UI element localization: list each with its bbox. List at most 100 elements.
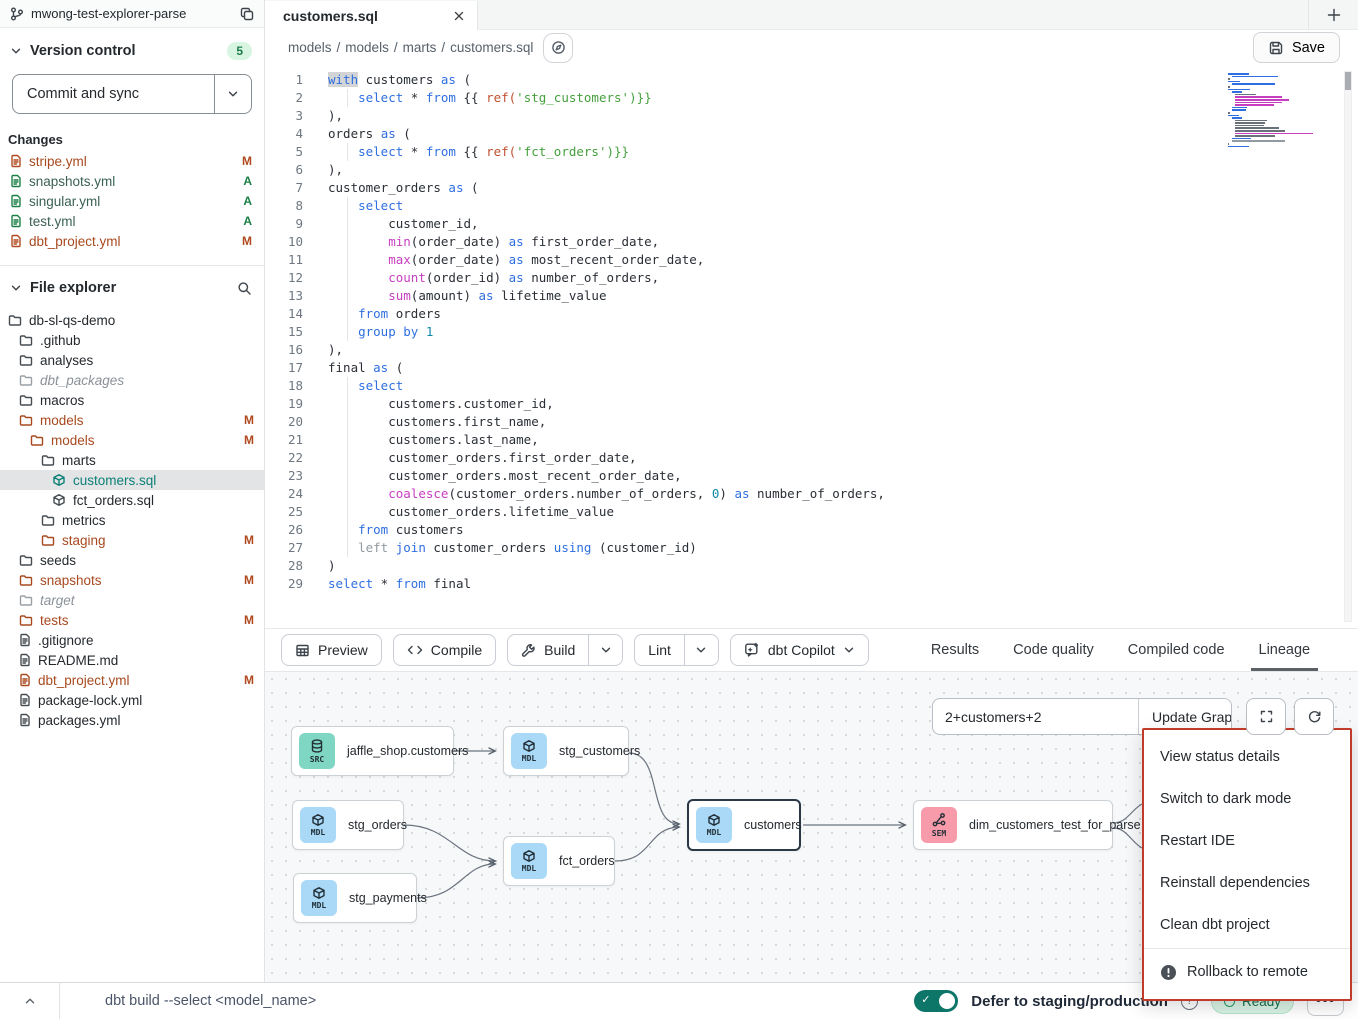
tree-item-dbt-project-yml[interactable]: dbt_project.ymlM: [0, 670, 264, 690]
lineage-node-fct-orders[interactable]: MDL fct_orders: [503, 836, 615, 886]
tree-item-models[interactable]: modelsM: [0, 430, 264, 450]
new-tab-button[interactable]: [1308, 0, 1358, 29]
line-number: 27: [265, 539, 303, 557]
commit-options-dropdown[interactable]: [214, 75, 251, 113]
menu-item-rollback-to-remote[interactable]: Rollback to remote: [1144, 951, 1350, 993]
tree-item-db-sl-qs-demo[interactable]: db-sl-qs-demo: [0, 310, 264, 330]
lineage-node-customers[interactable]: MDL customers: [687, 799, 801, 851]
compile-button[interactable]: Compile: [393, 634, 496, 666]
minimap-line: [1228, 146, 1249, 148]
copilot-icon: [744, 642, 760, 658]
dropdown-toggle[interactable]: [684, 635, 718, 665]
search-icon[interactable]: [237, 281, 252, 296]
tree-item-fct-orders-sql[interactable]: fct_orders.sql: [0, 490, 264, 510]
tree-item-models[interactable]: modelsM: [0, 410, 264, 430]
code-text: select * from {{ ref('stg_customers')}}: [328, 89, 652, 107]
line-number: 16: [265, 341, 303, 359]
menu-item-restart-ide[interactable]: Restart IDE: [1144, 820, 1350, 862]
lineage-selector-input[interactable]: [933, 699, 1138, 734]
change-item[interactable]: singular.yml A: [0, 191, 264, 211]
menu-item-switch-to-dark-mode[interactable]: Switch to dark mode: [1144, 778, 1350, 820]
minimap-line: [1228, 115, 1239, 117]
lineage-node-stg-payments[interactable]: MDL stg_payments: [293, 873, 417, 923]
lint-button[interactable]: Lint: [634, 634, 719, 666]
folder-icon: [19, 614, 33, 627]
tree-item-staging[interactable]: stagingM: [0, 530, 264, 550]
change-item[interactable]: stripe.yml M: [0, 151, 264, 171]
change-item[interactable]: dbt_project.yml M: [0, 231, 264, 251]
menu-item-reinstall-dependencies[interactable]: Reinstall dependencies: [1144, 862, 1350, 904]
version-control-header[interactable]: Version control 5: [0, 28, 264, 70]
code-editor[interactable]: 1with customers as (2 select * from {{ r…: [265, 65, 1358, 629]
breadcrumb-separator: /: [337, 40, 341, 55]
tab-lineage[interactable]: Lineage: [1259, 629, 1311, 671]
tree-item-package-lock-yml[interactable]: package-lock.yml: [0, 690, 264, 710]
line-number: 29: [265, 575, 303, 593]
close-icon[interactable]: [453, 10, 465, 22]
copy-icon[interactable]: [240, 7, 254, 21]
defer-toggle[interactable]: ✓: [914, 990, 958, 1012]
tree-item-customers-sql[interactable]: customers.sql: [0, 470, 264, 490]
editor-scrollbar[interactable]: [1344, 71, 1352, 622]
preview-button[interactable]: Preview: [281, 634, 382, 666]
lineage-node-jaffle-shop-customers[interactable]: SRC jaffle_shop.customers: [291, 726, 454, 776]
tree-item-marts[interactable]: marts: [0, 450, 264, 470]
tab-compiled-code[interactable]: Compiled code: [1128, 629, 1225, 671]
explore-lineage-button[interactable]: [543, 33, 573, 63]
fullscreen-button[interactable]: [1246, 698, 1286, 735]
dropdown-toggle[interactable]: [588, 635, 622, 665]
breadcrumb-segment[interactable]: marts: [403, 40, 437, 55]
tree-item-macros[interactable]: macros: [0, 390, 264, 410]
tab-results[interactable]: Results: [931, 629, 979, 671]
minimap-line: [1232, 107, 1248, 109]
dbt-copilot-button[interactable]: dbt Copilot: [730, 634, 869, 666]
change-file-name: snapshots.yml: [29, 174, 236, 189]
code-line: 19 customers.customer_id,: [265, 395, 1238, 413]
toolbar-button-label: Compile: [431, 642, 482, 658]
breadcrumb-segment[interactable]: models: [345, 40, 389, 55]
breadcrumb-segment[interactable]: models: [288, 40, 332, 55]
tree-item--github[interactable]: .github: [0, 330, 264, 350]
node-label: fct_orders: [559, 854, 615, 868]
minimap-line: [1232, 138, 1251, 140]
scrollbar-thumb[interactable]: [1345, 72, 1351, 90]
commit-and-sync-button[interactable]: Commit and sync: [13, 75, 214, 113]
tree-item-analyses[interactable]: analyses: [0, 350, 264, 370]
menu-item-view-status-details[interactable]: View status details: [1144, 736, 1350, 778]
tab-customers-sql[interactable]: customers.sql: [265, 1, 478, 30]
lineage-node-stg-orders[interactable]: MDL stg_orders: [292, 800, 404, 850]
code-line: 25 customer_orders.lifetime_value: [265, 503, 1238, 521]
tree-item-target[interactable]: target: [0, 590, 264, 610]
tree-item-tests[interactable]: testsM: [0, 610, 264, 630]
node-label: stg_customers: [559, 744, 640, 758]
change-item[interactable]: test.yml A: [0, 211, 264, 231]
minimap-line: [1228, 86, 1230, 88]
tree-item-readme-md[interactable]: README.md: [0, 650, 264, 670]
tree-item-metrics[interactable]: metrics: [0, 510, 264, 530]
expand-command-bar-button[interactable]: [0, 983, 60, 1019]
toolbar-button-label: Preview: [318, 642, 368, 658]
line-number: 24: [265, 485, 303, 503]
tree-item--gitignore[interactable]: .gitignore: [0, 630, 264, 650]
minimap-line: [1235, 120, 1266, 122]
commit-and-sync-split-button: Commit and sync: [12, 74, 252, 114]
file-icon: [10, 174, 22, 188]
git-branch-icon: [10, 7, 24, 21]
build-button[interactable]: Build: [507, 634, 623, 666]
breadcrumb-segment[interactable]: customers.sql: [450, 40, 533, 55]
tab-code-quality[interactable]: Code quality: [1013, 629, 1094, 671]
tree-item-snapshots[interactable]: snapshotsM: [0, 570, 264, 590]
editor-minimap[interactable]: [1228, 73, 1308, 148]
refresh-graph-button[interactable]: [1294, 698, 1334, 735]
menu-item-clean-dbt-project[interactable]: Clean dbt project: [1144, 904, 1350, 946]
tree-item-packages-yml[interactable]: packages.yml: [0, 710, 264, 730]
tree-item-seeds[interactable]: seeds: [0, 550, 264, 570]
command-input[interactable]: dbt build --select <model_name>: [60, 993, 914, 1009]
folder-icon: [19, 574, 33, 587]
lineage-node-stg-customers[interactable]: MDL stg_customers: [503, 726, 629, 776]
lineage-node-dim-customers-test-for-parse[interactable]: SEM dim_customers_test_for_parse: [913, 800, 1113, 850]
tree-item-dbt-packages[interactable]: dbt_packages: [0, 370, 264, 390]
file-explorer-header[interactable]: File explorer: [0, 266, 264, 306]
change-item[interactable]: snapshots.yml A: [0, 171, 264, 191]
save-button[interactable]: Save: [1253, 32, 1340, 63]
